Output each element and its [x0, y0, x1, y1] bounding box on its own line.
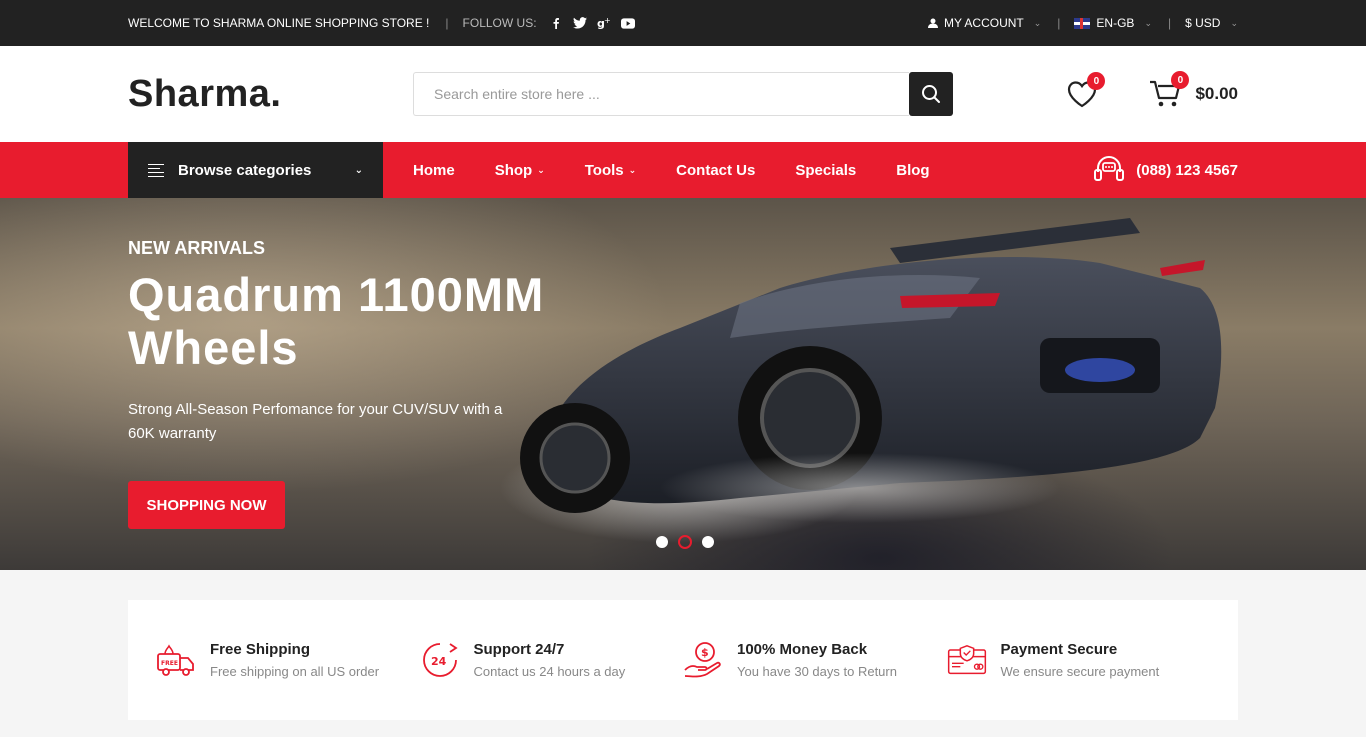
welcome-text: WELCOME TO SHARMA ONLINE SHOPPING STORE … — [128, 16, 430, 30]
slider-dots — [656, 535, 714, 549]
twitter-icon[interactable] — [572, 16, 587, 30]
slider-dot[interactable] — [656, 536, 668, 548]
svg-text:+: + — [604, 17, 611, 25]
site-logo[interactable]: Sharma. — [128, 73, 413, 116]
wishlist-button[interactable]: 0 — [1067, 72, 1106, 108]
uk-flag-icon — [1074, 17, 1091, 29]
currency-dropdown[interactable]: $ USD ⌄ — [1185, 16, 1238, 30]
chevron-down-icon: ⌄ — [1033, 17, 1042, 28]
sports-car-image — [500, 218, 1222, 543]
nav-item-label: Tools — [584, 161, 624, 179]
cart-count-badge: 0 — [1171, 71, 1190, 89]
social-links: g + — [549, 16, 635, 30]
slider-dot-active[interactable] — [678, 535, 692, 549]
my-account-label: MY ACCOUNT — [943, 16, 1024, 30]
headset-support-icon — [1094, 155, 1125, 181]
slider-dot[interactable] — [702, 536, 714, 548]
chevron-down-icon: ⌄ — [1230, 17, 1238, 28]
phone-number: (088) 123 4567 — [1136, 161, 1238, 179]
svg-text:$: $ — [701, 646, 709, 659]
facebook-icon[interactable] — [549, 16, 563, 30]
nav-item-label: Specials — [795, 161, 857, 179]
nav-item-label: Blog — [896, 161, 930, 179]
search-bar — [413, 72, 953, 116]
cart-total: $0.00 — [1195, 84, 1238, 103]
svg-text:FREE: FREE — [161, 660, 178, 667]
nav-item-blog[interactable]: Blog — [896, 162, 929, 179]
my-account-dropdown[interactable]: MY ACCOUNT ⌄ — [927, 16, 1042, 30]
nav-item-contact-us[interactable]: Contact Us — [676, 162, 755, 179]
feature-money-back: $ 100% Money Back You have 30 days to Re… — [683, 640, 947, 680]
divider: | — [1167, 16, 1172, 30]
svg-text:24: 24 — [431, 655, 447, 668]
feature-support: 24 Support 24/7 Contact us 24 hours a da… — [420, 640, 684, 680]
chevron-down-icon: ⌄ — [537, 164, 545, 175]
chevron-down-icon: ⌄ — [1144, 17, 1152, 28]
nav-item-specials[interactable]: Specials — [795, 162, 856, 179]
google-plus-icon[interactable]: g + — [597, 16, 611, 30]
feature-free-shipping: FREE Free Shipping Free shipping on all … — [156, 640, 420, 680]
support-phone[interactable]: (088) 123 4567 — [1092, 153, 1238, 187]
feature-text: Contact us 24 hours a day — [473, 664, 626, 679]
chevron-down-icon: ⌄ — [354, 164, 363, 176]
search-input[interactable] — [413, 72, 909, 116]
currency-label: $ USD — [1185, 16, 1221, 30]
feature-title: Payment Secure — [1000, 641, 1118, 658]
payment-secure-icon — [947, 645, 986, 675]
features-bar: FREE Free Shipping Free shipping on all … — [128, 600, 1238, 720]
nav-menu: Home Shop ⌄ Tools ⌄ Contact Us Specials Bl… — [413, 162, 930, 179]
shopping-now-button[interactable]: SHOPPING NOW — [128, 481, 285, 529]
language-dropdown[interactable]: EN-GB ⌄ — [1074, 16, 1152, 30]
wishlist-count-badge: 0 — [1087, 72, 1106, 90]
search-icon — [922, 85, 940, 103]
nav-item-label: Home — [413, 161, 455, 179]
feature-payment-secure: Payment Secure We ensure secure payment — [947, 640, 1211, 680]
feature-title: Support 24/7 — [473, 641, 565, 658]
hero-tagline: NEW ARRIVALS — [128, 238, 265, 258]
chevron-down-icon: ⌄ — [628, 164, 637, 175]
search-button[interactable] — [909, 72, 953, 116]
money-back-icon: $ — [684, 642, 721, 678]
divider: | — [1057, 16, 1061, 30]
nav-item-label: Shop — [494, 161, 533, 179]
youtube-icon[interactable] — [620, 16, 635, 30]
main-nav: Browse categories ⌄ Home Shop ⌄ Tools ⌄ Co… — [0, 142, 1366, 198]
cart-button[interactable]: 0 $0.00 — [1149, 71, 1238, 109]
nav-item-tools[interactable]: Tools ⌄ — [585, 162, 636, 179]
nav-item-label: Contact Us — [676, 161, 756, 179]
language-label: EN-GB — [1096, 16, 1135, 30]
free-shipping-truck-icon: FREE — [157, 644, 194, 676]
feature-text: You have 30 days to Return — [737, 664, 897, 679]
feature-title: 100% Money Back — [737, 641, 868, 658]
support-24-7-icon: 24 — [422, 643, 458, 677]
divider: | — [445, 16, 449, 30]
feature-title: Free Shipping — [210, 641, 311, 658]
site-header: Sharma. 0 0 $0.00 — [0, 46, 1366, 142]
top-bar: WELCOME TO SHARMA ONLINE SHOPPING STORE … — [0, 0, 1366, 46]
feature-text: We ensure secure payment — [1000, 664, 1160, 679]
hero-description: Strong All-Season Perfomance for your CU… — [128, 401, 503, 442]
follow-label: FOLLOW US: — [462, 16, 537, 30]
user-icon — [927, 18, 938, 28]
feature-text: Free shipping on all US order — [210, 664, 380, 679]
hero-title: Quadrum 1100MM Wheels — [128, 268, 545, 374]
browse-categories-button[interactable]: Browse categories ⌄ — [128, 142, 383, 198]
hero-banner: NEW ARRIVALS Quadrum 1100MM Wheels Stron… — [0, 198, 1366, 570]
menu-lines-icon — [148, 163, 164, 177]
browse-categories-label: Browse categories — [178, 161, 312, 179]
nav-item-home[interactable]: Home — [413, 162, 455, 179]
nav-item-shop[interactable]: Shop ⌄ — [495, 162, 545, 179]
